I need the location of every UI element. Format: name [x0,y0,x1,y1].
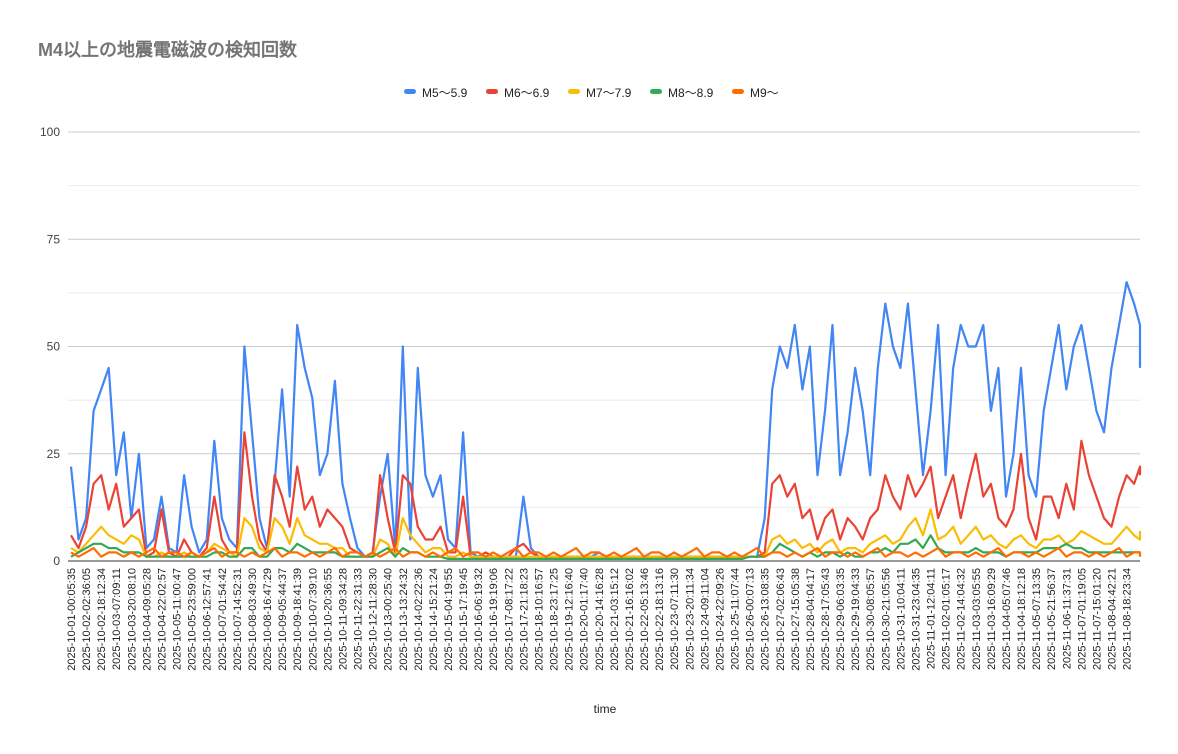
x-tick-label: 2025-11-04-18:12:18 [1016,568,1028,670]
x-tick-label: 2025-10-12-11:28:30 [368,568,380,670]
legend-label: M6〜6.9 [504,86,550,100]
x-tick-label: 2025-10-04-09:05:28 [141,568,153,671]
x-tick-label: 2025-10-14-15:21:24 [428,568,440,671]
x-tick-label: 2025-10-01-00:05:35 [66,568,78,671]
x-tick-label: 2025-10-10-07:39:10 [307,568,319,671]
x-tick-label: 2025-10-02-18:12:34 [96,568,108,671]
chart-title: M4以上の地震電磁波の検知回数 [38,39,298,60]
series-line [69,281,1142,558]
x-tick-label: 2025-10-15-04:19:55 [443,568,455,671]
x-tick-label: 2025-11-07-15:01:20 [1091,568,1103,670]
x-tick-label: 2025-10-05-11:00:47 [172,568,184,670]
x-tick-label: 2025-10-21-16:16:02 [624,568,636,671]
x-tick-label: 2025-11-08-18:23:34 [1122,568,1134,670]
x-tick-label: 2025-10-18-23:17:25 [549,568,561,671]
x-tick-label: 2025-11-01-12:04:11 [926,568,938,669]
x-tick-label: 2025-10-29-19:04:33 [850,568,862,671]
x-tick-label: 2025-10-13-00:25:40 [383,568,395,671]
y-axis-ticks: 0 25 50 75 100 [40,125,60,568]
x-tick-label: 2025-10-22-05:13:46 [639,568,651,671]
legend-label: M7〜7.9 [586,86,632,100]
x-tick-label: 2025-10-19-12:16:40 [564,568,576,671]
x-tick-label: 2025-10-22-18:13:16 [654,568,666,671]
x-tick-label: 2025-11-04-05:07:46 [1001,568,1013,670]
legend: M5〜5.9 M6〜6.9 M7〜7.9 M8〜8.9 M9〜 [404,86,779,100]
x-tick-label: 2025-11-08-04:42:21 [1107,568,1119,670]
x-tick-label: 2025-10-08-03:49:30 [247,568,259,671]
x-tick-label: 2025-10-18-10:16:57 [533,568,545,671]
x-tick-label: 2025-11-02-14:04:32 [956,568,968,670]
x-tick-label: 2025-10-25-11:07:44 [730,568,742,670]
y-tick-label: 25 [47,447,61,461]
x-tick-label: 2025-10-27-02:06:43 [775,568,787,671]
x-tick-label: 2025-11-06-11:37:31 [1061,568,1073,669]
x-tick-label: 2025-10-24-22:09:26 [714,568,726,671]
x-tick-label: 2025-10-16-19:19:06 [488,568,500,671]
x-tick-label: 2025-10-26-00:07:13 [745,568,757,671]
x-tick-label: 2025-10-31-23:04:35 [910,568,922,671]
x-tick-label: 2025-10-06-12:57:41 [202,568,214,671]
x-tick-label: 2025-10-09-05:44:37 [277,568,289,671]
y-tick-label: 100 [40,125,60,139]
x-tick-label: 2025-10-17-08:17:22 [503,568,515,671]
x-tick-label: 2025-10-27-15:05:38 [790,568,802,671]
x-tick-label: 2025-10-29-06:03:35 [835,568,847,671]
x-tick-label: 2025-10-21-03:15:12 [609,568,621,671]
x-tick-label: 2025-10-30-21:05:56 [880,568,892,671]
x-tick-label: 2025-10-28-04:04:17 [805,568,817,671]
series-line [70,431,1142,558]
series-lines [69,281,1142,561]
legend-swatch [650,89,662,94]
x-tick-label: 2025-10-24-09:11:04 [699,568,711,670]
x-tick-label: 2025-10-03-07:09:11 [111,568,123,670]
x-tick-label: 2025-10-07-14:52:31 [232,568,244,671]
x-tick-label: 2025-10-04-22:02:57 [156,568,168,671]
x-tick-label: 2025-10-23-07:11:30 [669,568,681,670]
y-tick-label: 75 [47,232,61,246]
x-tick-label: 2025-11-03-16:09:29 [986,568,998,670]
y-tick-label: 0 [53,554,60,568]
x-tick-label: 2025-10-07-01:54:42 [217,568,229,671]
x-tick-label: 2025-10-08-16:47:29 [262,568,274,671]
x-tick-label: 2025-10-26-13:08:35 [760,568,772,671]
x-tick-label: 2025-10-17-21:18:23 [518,568,530,671]
x-tick-label: 2025-10-28-17:05:43 [820,568,832,671]
x-tick-label: 2025-10-11-22:31:33 [353,568,365,670]
x-tick-label: 2025-10-05-23:59:00 [187,568,199,671]
gridlines [68,131,1140,562]
x-tick-label: 2025-10-23-20:11:34 [684,568,696,670]
x-tick-label: 2025-10-02-02:36:05 [81,568,93,671]
x-tick-label: 2025-10-31-10:04:11 [895,568,907,670]
x-tick-label: 2025-10-30-08:05:57 [865,568,877,671]
x-tick-label: 2025-10-20-14:16:28 [594,568,606,671]
legend-label: M8〜8.9 [668,86,714,100]
x-tick-label: 2025-10-11-09:34:28 [337,568,349,670]
x-tick-label: 2025-10-13-13:24:32 [398,568,410,671]
y-tick-label: 50 [47,340,61,354]
x-tick-label: 2025-10-20-01:17:40 [579,568,591,671]
legend-swatch [404,89,416,94]
x-tick-label: 2025-10-03-20:08:10 [126,568,138,671]
legend-label: M5〜5.9 [422,86,468,100]
x-tick-label: 2025-11-05-07:13:35 [1031,568,1043,670]
x-tick-label: 2025-11-03-03:05:55 [971,568,983,670]
x-tick-label: 2025-11-07-01:19:05 [1076,568,1088,670]
x-tick-label: 2025-11-05-21:56:37 [1046,568,1058,670]
line-chart: M4以上の地震電磁波の検知回数 0 25 50 75 100 2025-10-01-00… [38,39,1142,716]
legend-swatch [568,89,580,94]
legend-swatch [486,89,498,94]
x-axis-ticks: 2025-10-01-00:05:35 2025-10-02-02:36:05 20… [66,568,1134,671]
legend-label: M9〜 [750,86,779,100]
x-tick-label: 2025-10-15-17:19:45 [458,568,470,671]
x-tick-label: 2025-11-02-01:05:17 [941,568,953,670]
legend-swatch [732,89,744,94]
x-axis-title: time [594,702,617,716]
x-tick-label: 2025-10-09-18:41:39 [292,568,304,671]
x-tick-label: 2025-10-10-20:36:55 [322,568,334,671]
x-tick-label: 2025-10-14-02:22:36 [413,568,425,671]
x-tick-label: 2025-10-16-06:19:32 [473,568,485,671]
